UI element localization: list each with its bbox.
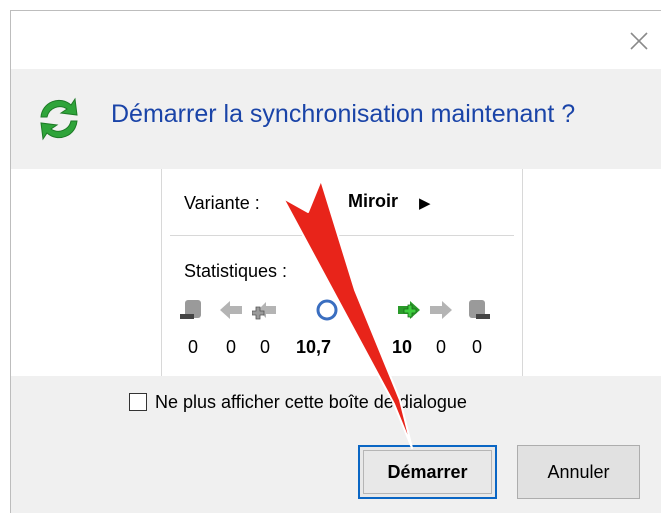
dialog-header: Démarrer la synchronisation maintenant ? bbox=[11, 69, 661, 169]
start-button[interactable]: Démarrer bbox=[358, 445, 497, 499]
update-right-icon bbox=[430, 301, 452, 319]
dialog-window: Démarrer la synchronisation maintenant ?… bbox=[10, 10, 661, 513]
dialog-title: Démarrer la synchronisation maintenant ? bbox=[111, 100, 576, 128]
create-right-icon bbox=[398, 301, 420, 319]
dont-show-again-checkbox[interactable] bbox=[129, 393, 147, 411]
play-arrow-icon[interactable]: ▶ bbox=[419, 194, 431, 212]
sync-summary: Variante : Miroir ▶ Statistiques : 0 0 0… bbox=[161, 169, 523, 376]
dont-show-again-label[interactable]: Ne plus afficher cette boîte de dialogue bbox=[155, 392, 467, 413]
divider bbox=[170, 235, 514, 236]
sync-icon bbox=[40, 97, 78, 141]
create-left-icon bbox=[252, 302, 276, 320]
content-area: Variante : Miroir ▶ Statistiques : 0 0 0… bbox=[11, 169, 661, 376]
cancel-button[interactable]: Annuler bbox=[517, 445, 640, 499]
statistics-values: 0 0 0 10,7 10 0 0 bbox=[180, 337, 510, 361]
stat-value: 0 bbox=[188, 337, 199, 357]
delete-right-icon bbox=[469, 300, 490, 319]
stat-value: 10,7 bbox=[296, 337, 332, 357]
variant-value[interactable]: Miroir bbox=[348, 191, 398, 212]
statistics-label: Statistiques : bbox=[184, 261, 288, 281]
variant-label: Variante : bbox=[184, 193, 260, 213]
stat-value: 0 bbox=[472, 337, 483, 357]
close-button[interactable] bbox=[623, 25, 655, 57]
title-bar bbox=[11, 11, 661, 69]
stat-value: 0 bbox=[226, 337, 237, 357]
stat-value: 0 bbox=[436, 337, 447, 357]
delete-left-icon bbox=[180, 300, 201, 319]
close-icon bbox=[630, 32, 648, 50]
stat-value: 0 bbox=[260, 337, 271, 357]
update-left-icon bbox=[220, 301, 242, 319]
data-icon bbox=[316, 299, 338, 321]
stat-value: 10 bbox=[392, 337, 413, 357]
dont-show-again-row: Ne plus afficher cette boîte de dialogue bbox=[11, 389, 661, 421]
statistics-icons bbox=[180, 297, 500, 329]
